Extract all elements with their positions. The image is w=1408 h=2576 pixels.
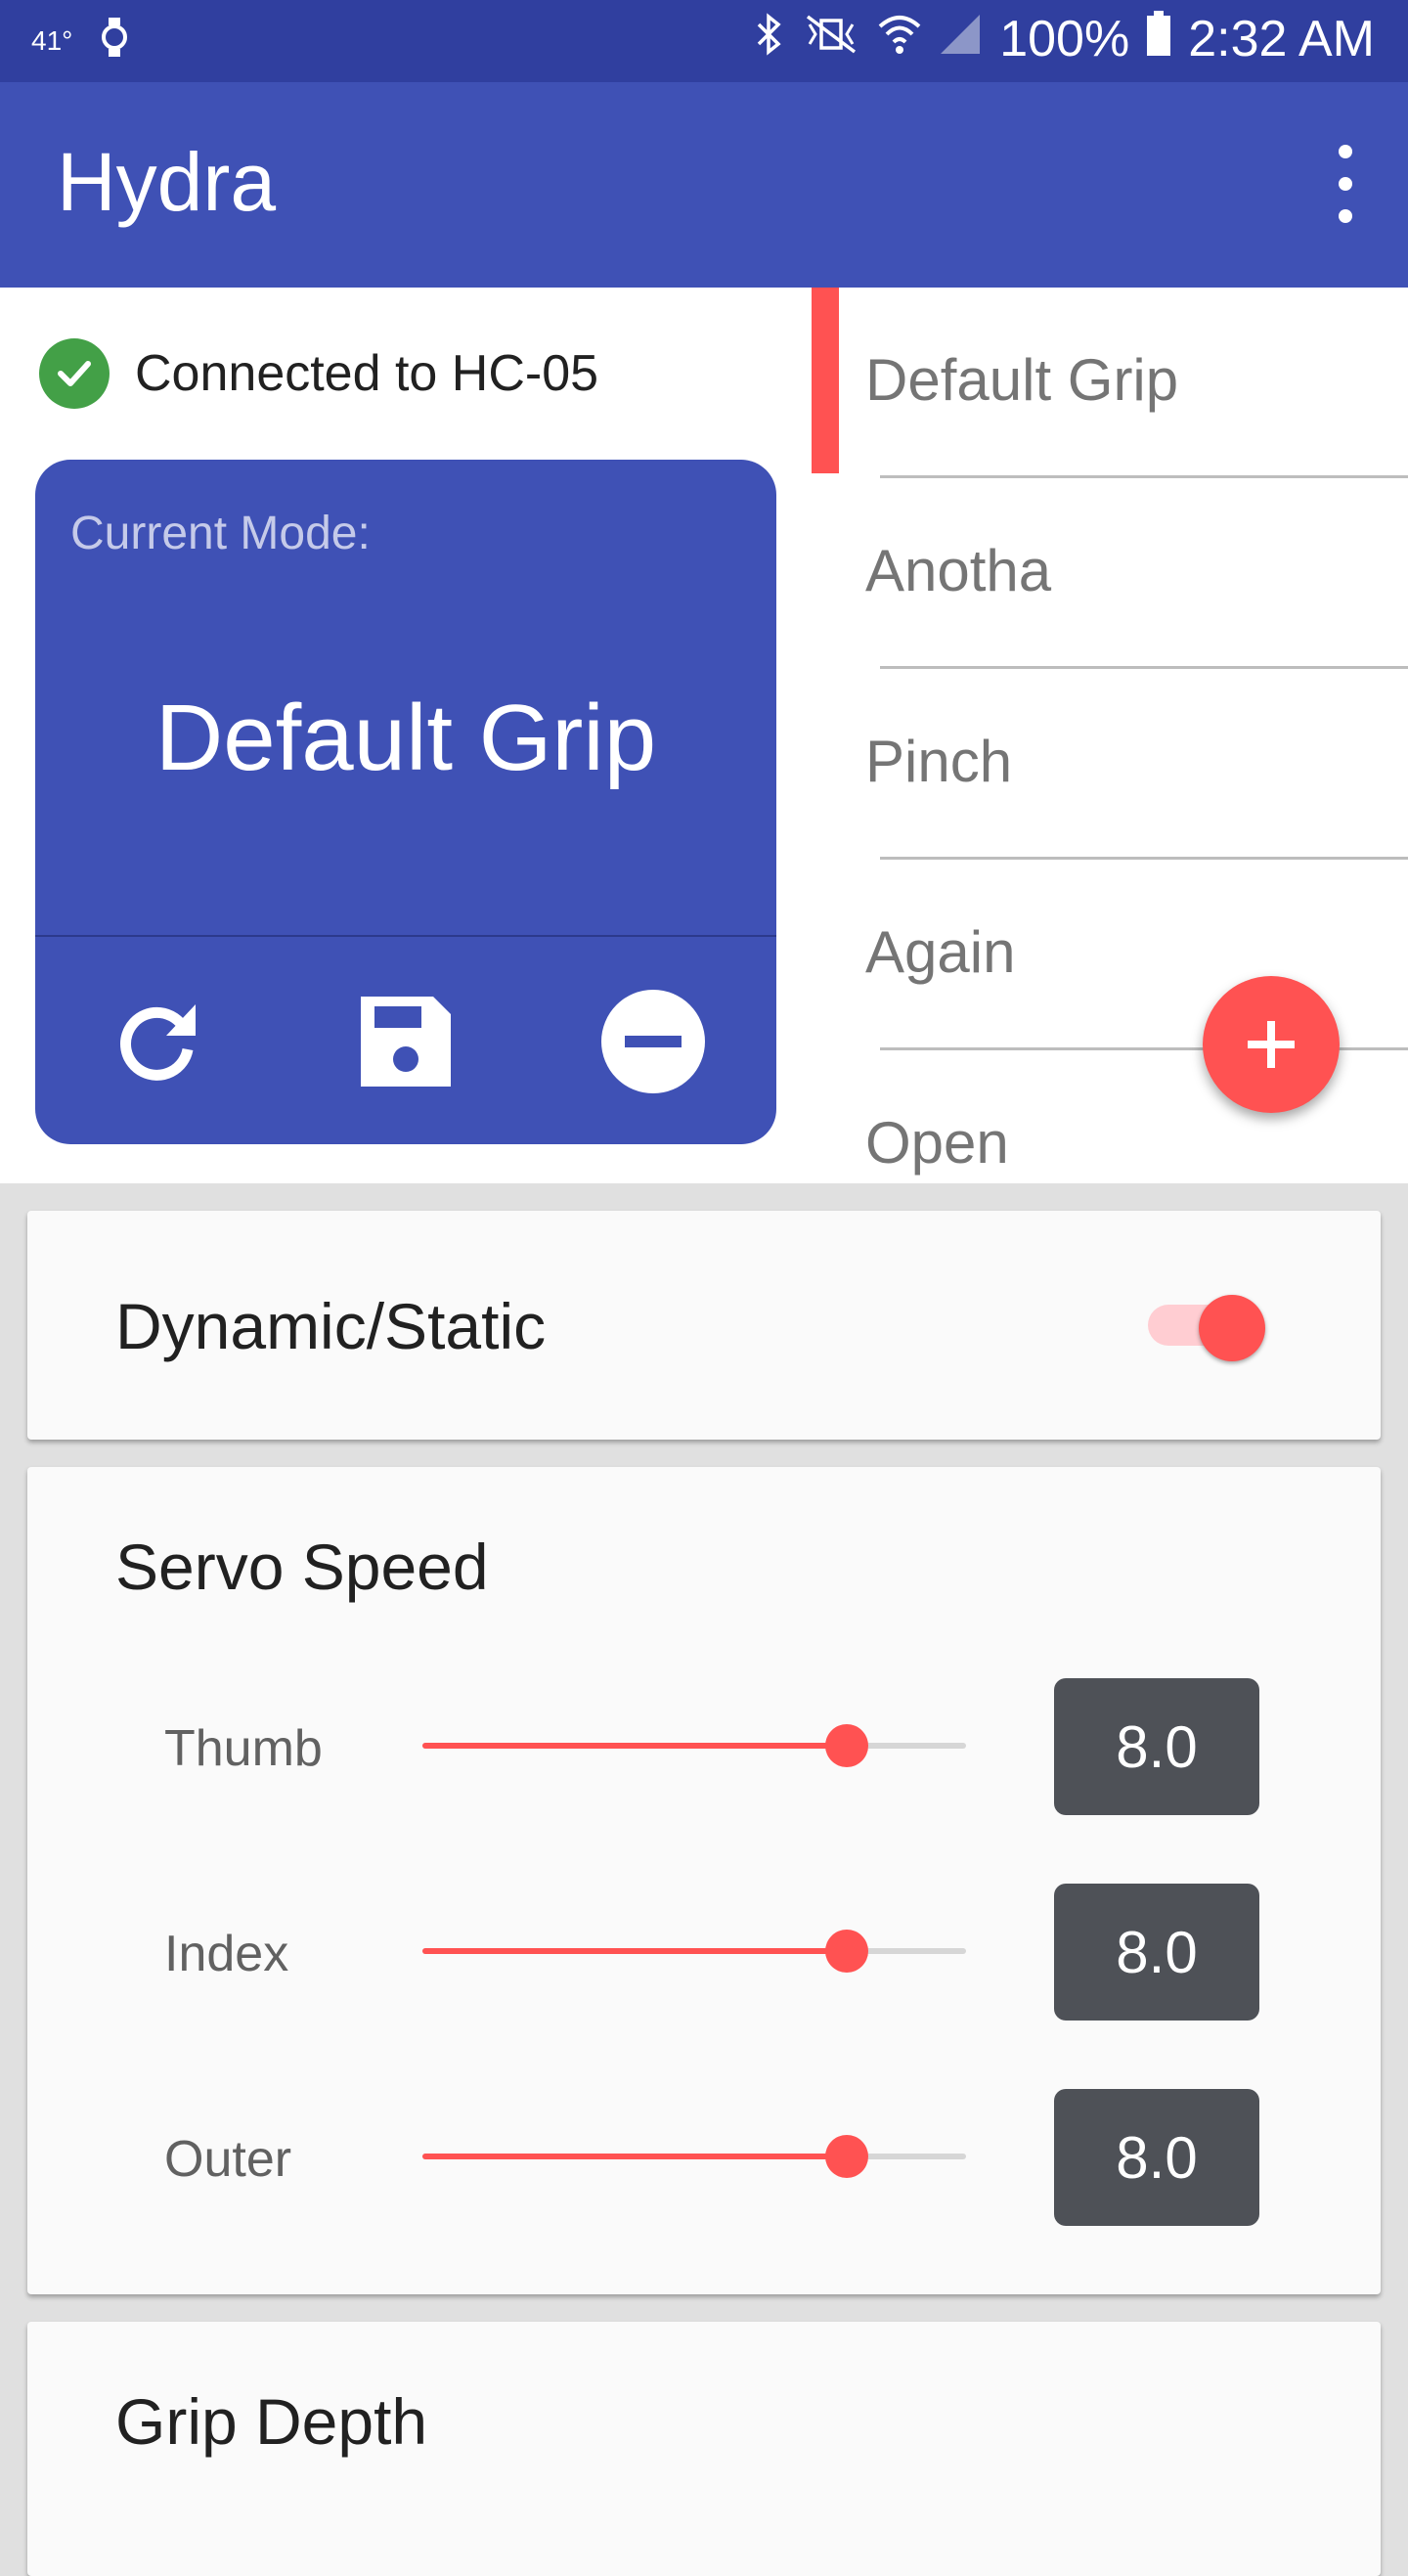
top-pane: Connected to HC-05 Current Mode: Default… [0, 288, 1408, 1183]
connection-status: Connected to HC-05 [39, 338, 598, 409]
grip-item-anotha[interactable]: Anotha [812, 478, 1408, 669]
card-divider [35, 935, 776, 937]
current-mode-label: Current Mode: [70, 508, 371, 559]
grip-item-label: Open [865, 1110, 1009, 1176]
slider-knob[interactable] [824, 1724, 868, 1767]
wifi-icon [878, 10, 921, 68]
battery-icon [1147, 10, 1171, 68]
grip-item-label: Anotha [865, 538, 1052, 603]
slider-fill [422, 1948, 847, 1954]
mode-actions [35, 939, 776, 1144]
temperature-indicator: 41° [31, 24, 73, 56]
grip-item-label: Default Grip [865, 347, 1179, 413]
remove-circle-icon[interactable] [594, 983, 712, 1100]
add-grip-button[interactable] [1203, 976, 1340, 1113]
status-bar: 41° 100% 2:32 AM [0, 0, 1408, 82]
refresh-icon[interactable] [100, 983, 217, 1100]
watch-icon [100, 18, 129, 64]
servo-speed-card: Servo Speed Thumb 8.0 Index 8.0 Outer 8.… [27, 1467, 1381, 2294]
slider-label: Outer [164, 2131, 292, 2188]
app-title: Hydra [57, 136, 277, 228]
toggle-thumb [1199, 1295, 1265, 1361]
vibrate-mute-icon [802, 10, 860, 68]
clock: 2:32 AM [1188, 11, 1375, 67]
dynamic-static-toggle[interactable] [1148, 1295, 1265, 1361]
slider-fill [422, 2154, 847, 2159]
app-bar: Hydra [0, 82, 1408, 288]
servo-speed-title: Servo Speed [115, 1531, 489, 1603]
current-mode-card: Current Mode: Default Grip [35, 460, 776, 1144]
current-mode-name: Default Grip [154, 686, 657, 790]
battery-percent: 100% [999, 11, 1130, 67]
slider-row-index: Index 8.0 [27, 1884, 1381, 2021]
grip-item-label: Pinch [865, 729, 1013, 794]
grip-item-default-grip[interactable]: Default Grip [812, 288, 1408, 478]
grip-item-label: Again [865, 919, 1016, 985]
thumb-speed-value[interactable]: 8.0 [1054, 1678, 1259, 1815]
signal-icon [939, 10, 982, 68]
slider-label: Thumb [164, 1720, 323, 1777]
slider-fill [422, 1743, 847, 1749]
slider-row-outer: Outer 8.0 [27, 2089, 1381, 2226]
slider-row-thumb: Thumb 8.0 [27, 1678, 1381, 1815]
selected-indicator [812, 288, 839, 473]
outer-speed-slider[interactable] [422, 2135, 966, 2178]
grip-depth-title: Grip Depth [115, 2385, 428, 2458]
grip-item-pinch[interactable]: Pinch [812, 669, 1408, 860]
overflow-menu-icon[interactable] [1316, 137, 1375, 231]
thumb-speed-slider[interactable] [422, 1724, 966, 1767]
save-icon[interactable] [347, 983, 464, 1100]
bluetooth-icon [755, 10, 784, 68]
dynamic-static-card: Dynamic/Static [27, 1211, 1381, 1440]
index-speed-value[interactable]: 8.0 [1054, 1884, 1259, 2021]
index-speed-slider[interactable] [422, 1930, 966, 1973]
slider-knob[interactable] [824, 1930, 868, 1973]
check-circle-icon [39, 338, 110, 409]
connection-text: Connected to HC-05 [135, 345, 599, 402]
outer-speed-value[interactable]: 8.0 [1054, 2089, 1259, 2226]
grip-depth-card: Grip Depth [27, 2322, 1381, 2576]
dynamic-static-title: Dynamic/Static [115, 1290, 547, 1362]
slider-label: Index [164, 1926, 289, 1982]
slider-knob[interactable] [824, 2135, 868, 2178]
plus-icon [1248, 1021, 1295, 1068]
